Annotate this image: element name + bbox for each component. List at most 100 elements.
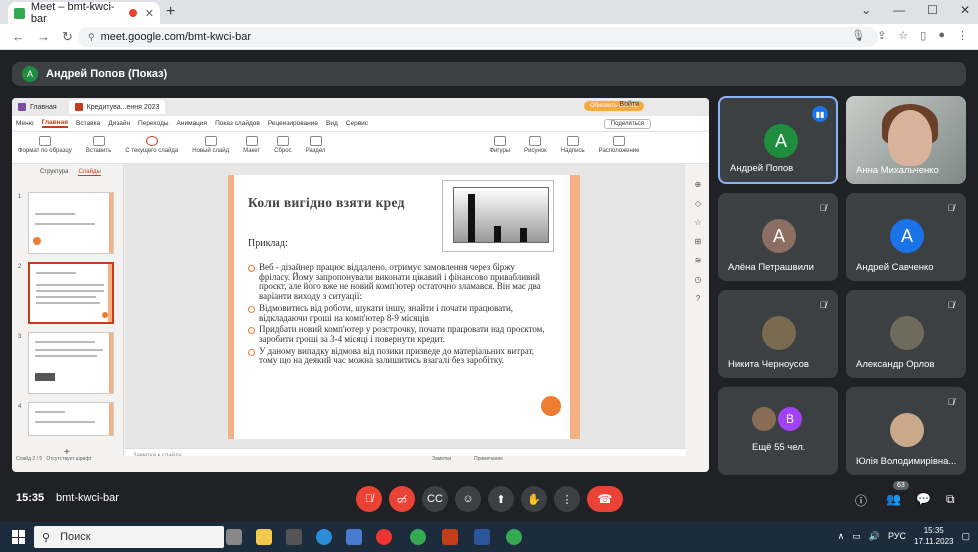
tool-icon[interactable]: ☆ <box>694 218 701 227</box>
network-icon[interactable]: ▭ <box>852 531 861 542</box>
address-bar[interactable]: ⚲ meet.google.com/bmt-kwci-bar <box>78 27 878 47</box>
share-icon[interactable]: ⇪ <box>877 29 886 42</box>
reset-button[interactable]: Сброс <box>274 136 292 154</box>
people-icon[interactable]: 👥 <box>886 492 901 506</box>
tool-icon[interactable]: ? <box>696 294 700 303</box>
menu-item[interactable]: Анимация <box>177 120 208 127</box>
tool-icon[interactable]: ≋ <box>695 256 702 265</box>
maximize-button[interactable]: ☐ <box>927 3 938 17</box>
slide-thumbnail[interactable] <box>28 402 114 436</box>
browser-tab[interactable]: Meet – bmt-kwci-bar ✕ <box>8 1 160 25</box>
ppt-app-icon[interactable] <box>442 529 458 545</box>
tool-icon[interactable]: ⊞ <box>695 237 702 246</box>
participant-tile[interactable]: 🎙̸ Никита Черноусов <box>718 290 838 378</box>
from-current-slide-button[interactable]: С текущего слайда <box>125 136 178 154</box>
side-panel-icon[interactable]: ▯ <box>920 29 926 42</box>
slide-thumbnail[interactable] <box>28 332 114 394</box>
status-notes[interactable]: Заметки <box>432 456 451 462</box>
participant-tile[interactable]: 🎙̸ Юлія Володимирівна... <box>846 387 966 475</box>
minimize-button[interactable]: — <box>893 3 905 17</box>
volume-icon[interactable]: 🔊 <box>869 531 880 542</box>
notifications-icon[interactable]: ▢ <box>961 531 970 542</box>
status-comments[interactable]: Примечание <box>474 456 503 462</box>
menu-item[interactable]: Показ слайдов <box>215 120 260 127</box>
info-icon[interactable]: ⓘ <box>855 492 867 509</box>
format-painter-button[interactable]: Формат по образцу <box>18 136 72 154</box>
chrome-icon[interactable] <box>410 529 426 545</box>
menu-kebab-icon[interactable]: ⋮ <box>957 29 968 42</box>
section-button[interactable]: Раздел <box>306 136 325 154</box>
app-icon[interactable] <box>346 529 362 545</box>
mic-off-button[interactable]: 🎙̸ <box>356 486 382 512</box>
mic-muted-icon: 🎙̸ <box>947 203 955 213</box>
back-arrow-icon[interactable]: ← <box>12 29 25 44</box>
menu-item[interactable]: Рецензирование <box>268 120 318 127</box>
outline-tab[interactable]: Структура <box>40 169 68 175</box>
slides-tab[interactable]: Слайды <box>78 169 101 176</box>
participant-tile[interactable]: 🎙̸ Александр Орлов <box>846 290 966 378</box>
site-info-icon[interactable]: ⚲ <box>88 32 95 43</box>
forward-arrow-icon[interactable]: → <box>37 29 50 44</box>
store-icon[interactable] <box>286 529 302 545</box>
menu-item[interactable]: Вид <box>326 120 338 127</box>
new-slide-button[interactable]: Новый слайд <box>192 136 229 154</box>
task-view-icon[interactable] <box>226 529 242 545</box>
keyboard-language[interactable]: РУС <box>888 531 906 541</box>
profile-avatar-icon[interactable]: ● <box>938 29 945 42</box>
file-explorer-icon[interactable] <box>256 529 272 545</box>
word-icon[interactable] <box>474 529 490 545</box>
slide-thumbnail-selected[interactable] <box>28 262 114 324</box>
tray-chevron-icon[interactable]: ∧ <box>838 531 845 542</box>
emoji-button[interactable]: ☺ <box>455 486 481 512</box>
menu-item[interactable]: Дизайн <box>108 120 130 127</box>
leave-call-button[interactable]: ☎ <box>587 486 623 512</box>
chrome-icon[interactable] <box>506 529 522 545</box>
taskbar-search[interactable]: ⚲ Поиск <box>34 526 224 548</box>
new-tab-button[interactable]: + <box>166 3 175 21</box>
activities-icon[interactable]: ⧉ <box>946 492 955 507</box>
textbox-button[interactable]: Надпись <box>561 136 585 154</box>
tab-search-icon[interactable]: ⌄ <box>861 3 871 17</box>
taskbar-clock[interactable]: 15:35 17.11.2023 <box>914 525 953 547</box>
chat-icon[interactable]: 💬 <box>916 492 931 506</box>
signin-link[interactable]: Войти <box>619 101 639 108</box>
more-participants-tile[interactable]: B Ещё 55 чел. <box>718 387 838 475</box>
participant-tile[interactable]: A 🎙̸ Алёна Петрашвили <box>718 193 838 281</box>
thumb-line <box>36 284 104 286</box>
windows-start-icon[interactable] <box>12 530 26 544</box>
bookmark-star-icon[interactable]: ☆ <box>898 29 908 42</box>
meeting-code[interactable]: bmt-kwci-bar <box>56 492 119 504</box>
ppt-tab-document[interactable]: Кредитува...ення 2023 <box>68 100 166 114</box>
picture-button[interactable]: Рисунок <box>524 136 547 154</box>
paste-button[interactable]: Вставить <box>86 136 111 154</box>
participant-tile-speaking[interactable]: A ▮▮ Андрей Попов <box>718 96 838 184</box>
opera-icon[interactable] <box>376 529 392 545</box>
tool-icon[interactable]: ◇ <box>695 199 701 208</box>
share-button[interactable]: Поделиться <box>603 119 651 129</box>
mic-icon[interactable]: 🎙 <box>851 29 865 42</box>
camera-off-button[interactable]: ▭̸ <box>389 486 415 512</box>
shapes-button[interactable]: Фигуры <box>489 136 510 154</box>
arrange-button[interactable]: Расположение <box>599 136 639 154</box>
more-options-button[interactable]: ⋮ <box>554 486 580 512</box>
menu-item-home[interactable]: Главная <box>41 119 69 128</box>
participant-tile[interactable]: A 🎙̸ Андрей Савченко <box>846 193 966 281</box>
edge-icon[interactable] <box>316 529 332 545</box>
layout-button[interactable]: Макет <box>243 136 260 154</box>
captions-button[interactable]: CC <box>422 486 448 512</box>
menu-item[interactable]: Переходы <box>138 120 169 127</box>
pptx-icon <box>74 103 83 111</box>
menu-item[interactable]: Меню <box>16 120 34 127</box>
menu-item[interactable]: Сервис <box>346 120 368 127</box>
ppt-tab-home[interactable]: Главная <box>18 103 57 111</box>
menu-item[interactable]: Вставка <box>76 120 100 127</box>
tool-icon[interactable]: ⊕ <box>695 180 702 189</box>
present-button[interactable]: ⬆ <box>488 486 514 512</box>
close-window-button[interactable]: ✕ <box>960 3 970 17</box>
slide-thumbnail[interactable] <box>28 192 114 254</box>
reload-icon[interactable]: ↻ <box>62 29 73 45</box>
participant-tile-video[interactable]: Анна Михальченко <box>846 96 966 184</box>
raise-hand-button[interactable]: ✋ <box>521 486 547 512</box>
tool-icon[interactable]: ◷ <box>695 275 702 284</box>
tab-close-icon[interactable]: ✕ <box>145 7 154 20</box>
